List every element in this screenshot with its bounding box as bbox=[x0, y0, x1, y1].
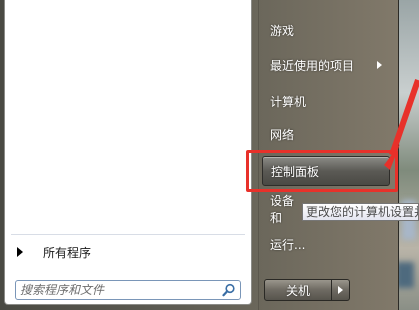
menu-item-recent-items[interactable]: 最近使用的项目 bbox=[262, 52, 390, 78]
separator bbox=[11, 234, 245, 235]
menu-item-label: 设备和 bbox=[270, 194, 295, 225]
pinned-programs-list bbox=[5, 0, 251, 232]
menu-item-network[interactable]: 网络 bbox=[262, 121, 390, 147]
chevron-right-icon bbox=[377, 61, 382, 69]
shutdown-group: 关机 bbox=[264, 279, 352, 301]
tooltip-text: 更改您的计算机设置并 bbox=[306, 205, 419, 219]
search-icon[interactable] bbox=[222, 283, 236, 297]
annotation-highlight-box bbox=[246, 150, 398, 192]
all-programs-label: 所有程序 bbox=[43, 245, 92, 260]
menu-item-label: 网络 bbox=[270, 127, 295, 142]
search-box[interactable] bbox=[15, 280, 241, 300]
menu-item-devices-and-printers[interactable]: 设备和 bbox=[262, 194, 302, 225]
menu-item-label: 运行... bbox=[270, 237, 306, 252]
start-menu-left-pane: 所有程序 bbox=[4, 0, 252, 305]
shutdown-button[interactable]: 关机 bbox=[264, 279, 332, 301]
search-input[interactable] bbox=[20, 282, 208, 298]
triangle-right-icon bbox=[338, 286, 343, 294]
shutdown-options-button[interactable] bbox=[332, 279, 350, 301]
control-panel-tooltip: 更改您的计算机设置并 bbox=[302, 203, 419, 221]
menu-item-label: 游戏 bbox=[270, 23, 295, 38]
menu-item-label: 计算机 bbox=[270, 94, 307, 109]
all-programs-button[interactable]: 所有程序 bbox=[13, 240, 243, 264]
menu-item-computer[interactable]: 计算机 bbox=[262, 88, 390, 114]
annotation-arrow bbox=[384, 79, 419, 170]
shutdown-label: 关机 bbox=[285, 283, 310, 298]
menu-item-run[interactable]: 运行... bbox=[262, 231, 390, 257]
triangle-right-icon bbox=[17, 247, 23, 257]
menu-item-games[interactable]: 游戏 bbox=[262, 17, 390, 43]
menu-item-label: 最近使用的项目 bbox=[270, 58, 355, 73]
